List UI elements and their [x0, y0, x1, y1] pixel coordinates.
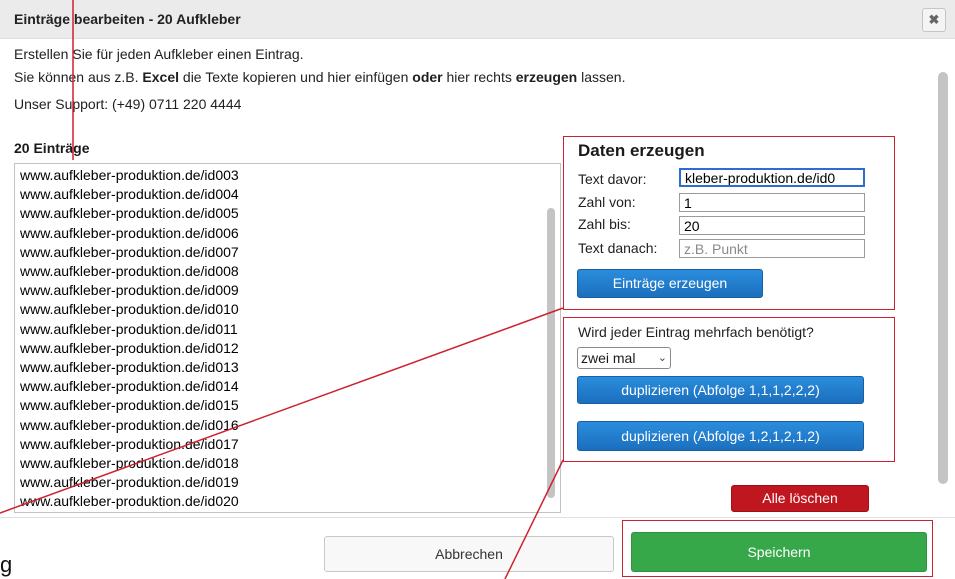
duplicate-sequence-alternating-button[interactable]: duplizieren (Abfolge 1,2,1,2,1,2) — [577, 421, 864, 451]
chevron-down-icon: ⌄ — [657, 352, 667, 364]
entry-line: www.aufkleber-produktion.de/id017 — [20, 435, 239, 452]
entry-line: www.aufkleber-produktion.de/id018 — [20, 455, 239, 472]
generate-entries-button[interactable]: Einträge erzeugen — [577, 269, 763, 298]
duplicate-sequence-grouped-button[interactable]: duplizieren (Abfolge 1,1,1,2,2,2) — [577, 376, 864, 404]
text-after-input[interactable] — [679, 239, 865, 258]
text-before-label: Text davor: — [578, 171, 647, 187]
entry-line: www.aufkleber-produktion.de/id010 — [20, 301, 239, 318]
entry-line: www.aufkleber-produktion.de/id012 — [20, 339, 239, 356]
intro-line-2: Sie können aus z.B. Excel die Texte kopi… — [14, 69, 626, 85]
text-before-input[interactable] — [679, 168, 865, 187]
entry-line: www.aufkleber-produktion.de/id011 — [20, 320, 238, 337]
text-after-label: Text danach: — [578, 240, 658, 256]
support-phone: Unser Support: (+49) 0711 220 4444 — [14, 96, 242, 112]
entry-line: www.aufkleber-produktion.de/id014 — [20, 378, 239, 395]
entry-line: www.aufkleber-produktion.de/id016 — [20, 416, 239, 433]
repeat-count-value: zwei mal — [581, 350, 636, 366]
cancel-button[interactable]: Abbrechen — [324, 536, 614, 572]
entries-scrollbar[interactable] — [547, 170, 555, 500]
duplicate-question: Wird jeder Eintrag mehrfach benötigt? — [578, 324, 814, 340]
entries-scrollbar-thumb[interactable] — [547, 208, 555, 498]
number-from-label: Zahl von: — [578, 194, 636, 210]
footer-divider — [0, 517, 955, 518]
number-to-input[interactable] — [679, 216, 865, 235]
close-icon[interactable]: ✖ — [922, 8, 946, 32]
number-from-input[interactable] — [679, 193, 865, 212]
entry-line: www.aufkleber-produktion.de/id020 — [20, 493, 239, 510]
entry-line: www.aufkleber-produktion.de/id013 — [20, 359, 239, 376]
save-button[interactable]: Speichern — [631, 532, 927, 572]
overlay-stray-glyph: g — [0, 552, 13, 577]
entry-line: www.aufkleber-produktion.de/id008 — [20, 263, 239, 280]
entry-line: www.aufkleber-produktion.de/id003 — [20, 167, 239, 183]
entry-line: www.aufkleber-produktion.de/id019 — [20, 474, 239, 491]
intro-line-1: Erstellen Sie für jeden Aufkleber einen … — [14, 46, 304, 62]
entry-line: www.aufkleber-produktion.de/id005 — [20, 205, 239, 222]
entry-line: www.aufkleber-produktion.de/id007 — [20, 243, 239, 260]
generate-panel-title: Daten erzeugen — [578, 141, 705, 160]
entries-textarea[interactable]: www.aufkleber-produktion.de/id003 www.au… — [14, 163, 561, 513]
entries-count-label: 20 Einträge — [14, 140, 90, 156]
entry-line: www.aufkleber-produktion.de/id006 — [20, 224, 239, 241]
dialog-titlebar: Einträge bearbeiten - 20 Aufkleber ✖ — [0, 0, 955, 39]
delete-all-button[interactable]: Alle löschen — [731, 485, 869, 512]
entry-line: www.aufkleber-produktion.de/id004 — [20, 186, 239, 203]
number-to-label: Zahl bis: — [578, 216, 631, 232]
repeat-count-select[interactable]: zwei mal ⌄ — [577, 347, 671, 369]
dialog-scrollbar-thumb[interactable] — [938, 72, 948, 484]
dialog-title: Einträge bearbeiten - 20 Aufkleber — [14, 11, 241, 27]
entries-list: www.aufkleber-produktion.de/id003 www.au… — [20, 166, 239, 512]
entry-line: www.aufkleber-produktion.de/id009 — [20, 282, 239, 299]
entry-line: www.aufkleber-produktion.de/id015 — [20, 397, 239, 414]
